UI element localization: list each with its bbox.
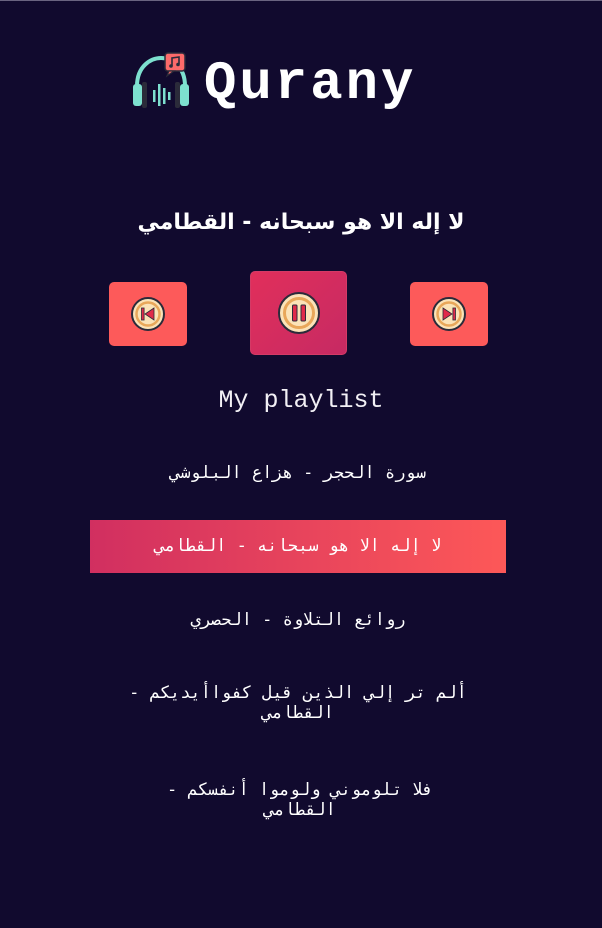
pause-icon (278, 292, 320, 334)
headphones-music-note-icon (131, 52, 191, 110)
next-button[interactable] (410, 282, 488, 346)
pause-button[interactable] (250, 271, 347, 355)
playlist-item[interactable]: فلا تلوموني ولوموا أنفسكم - القطامي (140, 780, 460, 820)
previous-button[interactable] (109, 282, 187, 346)
app-title: Qurany (204, 54, 417, 115)
playlist-item[interactable]: سورة الحجر - هزاع البلوشي (90, 463, 506, 483)
now-playing-title: لا إله الا هو سبحانه - القطامي (137, 210, 465, 235)
playlist-item[interactable]: ألم تر إلي الذين قيل كفواأيديكم - القطام… (96, 683, 500, 723)
playlist-item[interactable]: روائع التلاوة - الحصري (90, 610, 506, 630)
skip-next-icon (432, 297, 466, 331)
header: Qurany (0, 51, 602, 121)
playlist-item-active[interactable]: لا إله الا هو سبحانه - القطامي (90, 520, 506, 573)
app-screen: Qurany لا إله الا هو سبحانه - القطامي My… (0, 0, 602, 928)
playlist-heading: My playlist (218, 386, 384, 415)
skip-previous-icon (131, 297, 165, 331)
